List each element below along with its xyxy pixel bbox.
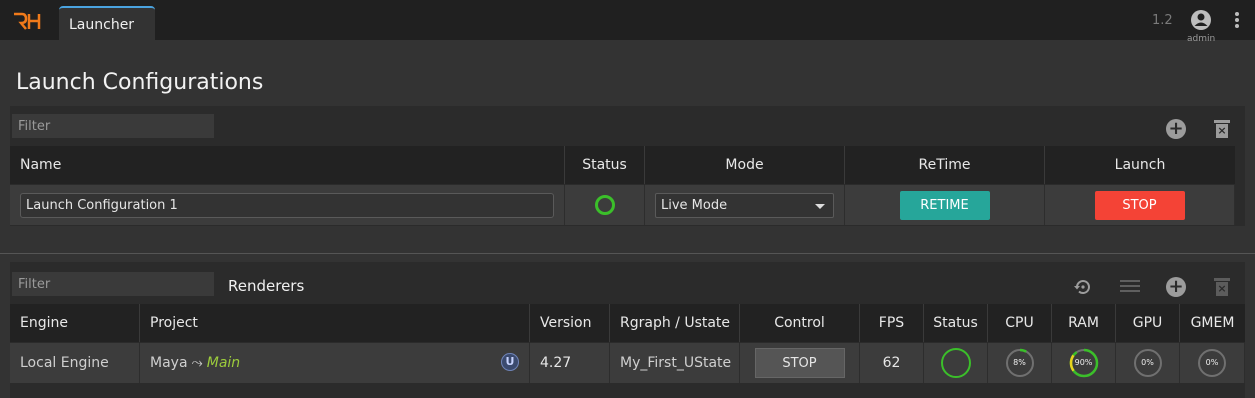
col-gpu: GPU [1116,304,1180,342]
engine-cell: Local Engine [10,343,140,383]
more-vert-icon[interactable] [1232,12,1242,30]
gpu-gauge: 0% [1133,348,1163,378]
user-menu[interactable]: admin [1187,9,1215,44]
launch-stop-button[interactable]: STOP [1094,190,1185,220]
col-fps: FPS [860,304,924,342]
version-cell: 4.27 [530,343,610,383]
unreal-engine-icon: U [501,353,519,371]
arrow-icon: ⤳ [191,355,203,371]
gmem-gauge: 0% [1197,348,1227,378]
renderers-title: Renderers [228,277,305,295]
account-circle-icon [1191,10,1211,30]
user-name: admin [1187,34,1216,44]
delete-renderer-icon[interactable]: × [1214,278,1230,296]
col-control: Control [740,304,860,342]
col-engine: Engine [10,304,140,342]
mode-select[interactable]: Live Mode [655,192,834,218]
rgraph-cell: My_First_UState [610,343,740,383]
project-ustate: Main [206,355,241,371]
ram-value: 90% [1074,358,1093,367]
tab-launcher[interactable]: Launcher [59,6,155,40]
config-name-input[interactable] [20,192,554,218]
project-name: Maya [150,355,188,371]
config-table-header: Name Status Mode ReTime Launch [10,146,1235,184]
rh-logo-icon[interactable] [12,11,42,31]
col-ram: RAM [1052,304,1116,342]
list-icon[interactable] [1120,280,1140,294]
renderer-row: Local Engine Maya ⤳ Main U 4.27 My_First… [10,343,1245,383]
top-bar: Launcher 1.2 admin [0,0,1255,44]
page-title: Launch Configurations [16,70,264,95]
gmem-value: 0% [1205,358,1219,367]
col-status: Status [565,146,645,184]
col-version: Version [530,304,610,342]
config-row: Live Mode RETIME STOP [10,185,1235,225]
renderer-table-header: Engine Project Version Rgraph / Ustate C… [10,304,1245,342]
config-filter-input[interactable] [12,114,214,138]
col-launch: Launch [1114,157,1166,173]
cpu-gauge: 8% [1005,348,1035,378]
col-rgraph: Rgraph / Ustate [610,304,740,342]
section-divider [0,253,1255,254]
gpu-value: 0% [1141,358,1154,367]
project-cell: Maya ⤳ Main U [140,343,530,383]
delete-icon[interactable]: × [1214,120,1230,138]
col-name: Name [10,146,565,184]
history-icon[interactable] [1073,277,1093,297]
add-renderer-icon[interactable]: + [1166,277,1186,297]
chevron-down-icon [815,203,825,209]
renderer-stop-button[interactable]: STOP [754,348,845,378]
col-status: Status [924,304,988,342]
col-mode: Mode [645,146,845,184]
col-gmem: GMEM [1190,315,1235,331]
fps-cell: 62 [860,343,924,383]
col-cpu: CPU [988,304,1052,342]
renderer-status-indicator [940,348,971,378]
ram-gauge: 90% [1069,348,1099,378]
retime-button[interactable]: RETIME [899,190,990,220]
app-version: 1.2 [1152,13,1173,28]
col-retime: ReTime [845,146,1045,184]
cpu-value: 8% [1013,358,1026,367]
renderer-filter-input[interactable] [12,272,214,296]
status-indicator [594,195,615,215]
mode-select-value: Live Mode [661,197,728,213]
add-circle-icon[interactable]: + [1166,119,1186,139]
col-project: Project [140,304,530,342]
